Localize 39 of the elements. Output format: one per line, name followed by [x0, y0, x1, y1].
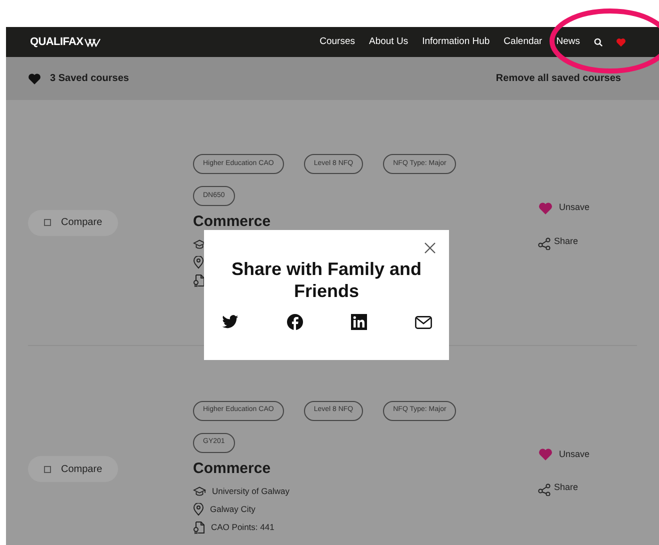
graduation-cap-icon	[193, 239, 206, 250]
nav-link[interactable]: News	[556, 34, 580, 50]
linkedin-icon[interactable]	[350, 314, 366, 330]
compare-toggle[interactable]: Compare	[28, 210, 118, 236]
logo-text[interactable]: QUALIFAX	[30, 34, 84, 50]
share-button[interactable]: Share	[538, 236, 590, 250]
mail-icon[interactable]	[414, 316, 432, 328]
unsave-button[interactable]: Unsave	[538, 201, 590, 215]
heart-icon	[28, 72, 41, 84]
checkbox[interactable]	[44, 466, 51, 472]
share-icon	[538, 483, 551, 496]
saved-count: 3 Saved courses	[50, 72, 129, 86]
bird-icon[interactable]	[222, 315, 238, 329]
document-icon	[193, 520, 205, 534]
course-title[interactable]: Commerce	[193, 213, 538, 231]
course-detail: CAO Points: 441	[211, 520, 274, 534]
nav-link[interactable]: Calendar	[504, 34, 542, 50]
share-button[interactable]: Share	[538, 483, 590, 496]
document-icon	[193, 274, 205, 287]
share-icon	[538, 236, 551, 250]
facebook-icon[interactable]	[286, 314, 302, 330]
location-pin-icon	[193, 256, 204, 269]
course-detail: Galway City	[210, 502, 256, 516]
location-pin-icon	[193, 502, 204, 516]
nav-link[interactable]: About Us	[369, 34, 408, 50]
unsave-button[interactable]: Unsave	[538, 448, 590, 462]
close-icon[interactable]	[424, 242, 436, 254]
wave-icon	[84, 38, 102, 46]
nav-link[interactable]: Courses	[320, 34, 355, 50]
search-icon[interactable]	[594, 38, 603, 46]
remove-all-link[interactable]: Remove all saved courses	[496, 71, 621, 86]
modal-title: Share with Family and Friends	[230, 258, 423, 302]
heart-icon[interactable]	[616, 38, 626, 46]
course-detail: University of Galway	[212, 484, 290, 498]
course-title[interactable]: Commerce	[193, 460, 538, 478]
compare-toggle[interactable]: Compare	[28, 456, 118, 482]
graduation-cap-icon	[193, 486, 206, 496]
nav-link[interactable]: Information Hub	[422, 34, 490, 50]
checkbox[interactable]	[44, 219, 51, 226]
